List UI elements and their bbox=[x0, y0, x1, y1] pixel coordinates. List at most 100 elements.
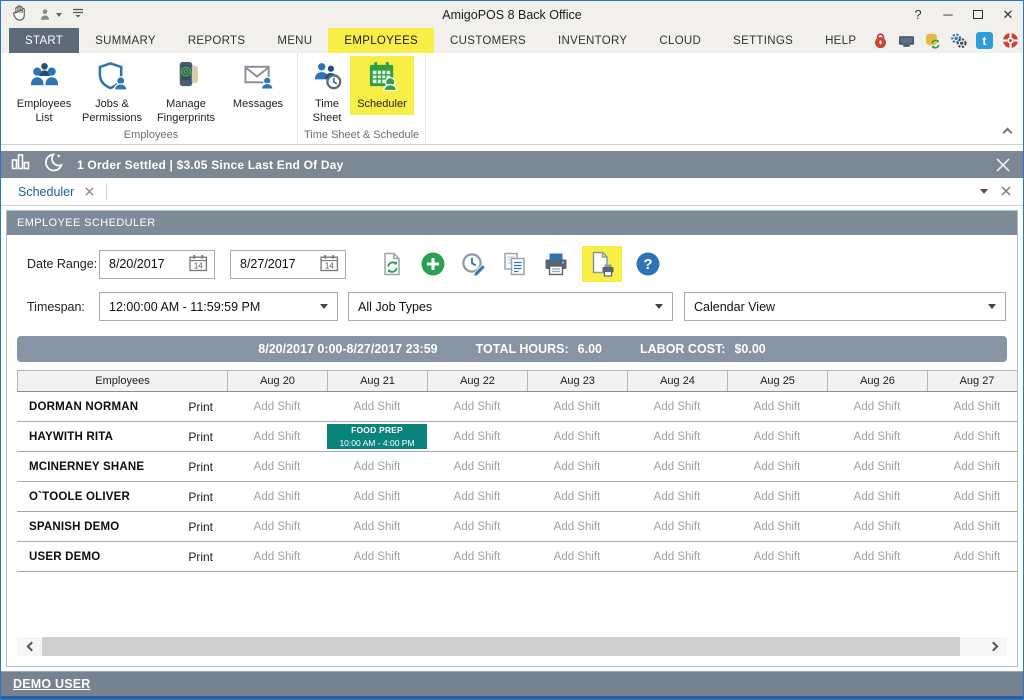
date-to-input[interactable]: 8/27/2017 14 bbox=[230, 250, 346, 279]
add-shift-cell[interactable]: Add Shift bbox=[427, 542, 527, 571]
add-shift-cell[interactable]: Add Shift bbox=[927, 542, 1018, 571]
add-shift-cell[interactable]: Add Shift bbox=[227, 512, 327, 541]
add-shift-cell[interactable]: Add Shift bbox=[227, 452, 327, 481]
add-shift-cell[interactable]: Add Shift bbox=[327, 392, 427, 421]
print-link[interactable]: Print bbox=[188, 550, 213, 564]
add-shift-cell[interactable]: Add Shift bbox=[627, 512, 727, 541]
add-shift-cell[interactable]: Add Shift bbox=[527, 482, 627, 511]
add-shift-cell[interactable]: Add Shift bbox=[527, 422, 627, 451]
add-shift-cell[interactable]: Add Shift bbox=[827, 452, 927, 481]
add-shift-cell[interactable]: Add Shift bbox=[527, 452, 627, 481]
tab-scheduler[interactable]: Scheduler bbox=[14, 178, 106, 205]
date-from-input[interactable]: 8/20/2017 14 bbox=[99, 250, 215, 279]
end-of-day-moon-icon[interactable] bbox=[44, 152, 64, 177]
services-gear-icon[interactable] bbox=[950, 32, 967, 49]
add-shift-cell[interactable]: Add Shift bbox=[927, 392, 1018, 421]
add-shift-cell[interactable]: Add Shift bbox=[627, 482, 727, 511]
refresh-button[interactable] bbox=[377, 248, 407, 280]
ribbon-tab-employees[interactable]: EMPLOYEES bbox=[328, 28, 434, 53]
add-shift-cell[interactable]: Add Shift bbox=[227, 542, 327, 571]
scrollbar-thumb[interactable] bbox=[42, 637, 960, 656]
ribbon-item-jobs-permissions[interactable]: Jobs & Permissions bbox=[77, 56, 147, 128]
timespan-select[interactable]: 12:00:00 AM - 11:59:59 PM bbox=[99, 292, 338, 321]
ribbon-item-scheduler[interactable]: Scheduler bbox=[350, 56, 414, 115]
job-types-select[interactable]: All Job Types bbox=[348, 292, 673, 321]
lock-icon[interactable] bbox=[872, 32, 889, 49]
support-ring-icon[interactable] bbox=[1002, 32, 1019, 49]
add-shift-cell[interactable]: Add Shift bbox=[627, 542, 727, 571]
database-sync-icon[interactable] bbox=[924, 32, 941, 49]
window-close-button[interactable]: ✕ bbox=[993, 2, 1023, 28]
ribbon-tab-help[interactable]: HELP bbox=[809, 28, 872, 53]
add-shift-cell[interactable]: Add Shift bbox=[727, 452, 827, 481]
print-link[interactable]: Print bbox=[188, 490, 213, 504]
calendar-picker-icon[interactable]: 14 bbox=[189, 254, 208, 275]
window-minimize-button[interactable]: ─ bbox=[933, 2, 963, 28]
add-shift-cell[interactable]: Add Shift bbox=[727, 422, 827, 451]
add-shift-cell[interactable]: Add Shift bbox=[827, 512, 927, 541]
add-shift-cell[interactable]: Add Shift bbox=[527, 512, 627, 541]
customize-toolbar-icon[interactable] bbox=[71, 5, 85, 24]
add-shift-cell[interactable]: Add Shift bbox=[927, 482, 1018, 511]
ribbon-item-time-sheet[interactable]: Time Sheet bbox=[304, 56, 350, 128]
add-shift-cell[interactable]: Add Shift bbox=[627, 392, 727, 421]
quick-access-user-icon[interactable] bbox=[38, 8, 62, 22]
horizontal-scrollbar[interactable] bbox=[17, 637, 1007, 656]
print-link[interactable]: Print bbox=[188, 430, 213, 444]
tab-list-dropdown-icon[interactable] bbox=[980, 189, 988, 194]
scroll-left-button[interactable] bbox=[17, 637, 42, 656]
ribbon-tab-cloud[interactable]: CLOUD bbox=[643, 28, 717, 53]
ribbon-tab-settings[interactable]: SETTINGS bbox=[717, 28, 809, 53]
add-shift-cell[interactable]: Add Shift bbox=[927, 452, 1018, 481]
copy-schedule-button[interactable] bbox=[500, 248, 530, 280]
tab-close-icon[interactable] bbox=[85, 183, 94, 201]
print-button[interactable] bbox=[541, 248, 571, 280]
ribbon-tab-start[interactable]: START bbox=[9, 28, 79, 53]
bar-chart-icon[interactable] bbox=[11, 153, 31, 176]
window-help-button[interactable]: ? bbox=[903, 2, 933, 28]
add-shift-cell[interactable]: Add Shift bbox=[227, 482, 327, 511]
add-shift-cell[interactable]: Add Shift bbox=[627, 452, 727, 481]
edit-time-button[interactable] bbox=[459, 248, 489, 280]
add-shift-cell[interactable]: Add Shift bbox=[527, 392, 627, 421]
add-shift-cell[interactable]: Add Shift bbox=[427, 482, 527, 511]
scroll-right-button[interactable] bbox=[982, 637, 1007, 656]
notification-close-icon[interactable] bbox=[983, 151, 1023, 178]
ribbon-tab-menu[interactable]: MENU bbox=[261, 28, 328, 53]
ribbon-tab-summary[interactable]: SUMMARY bbox=[79, 28, 172, 53]
scrollbar-track[interactable] bbox=[960, 637, 982, 656]
ribbon-tab-inventory[interactable]: INVENTORY bbox=[542, 28, 643, 53]
add-shift-cell[interactable]: Add Shift bbox=[427, 392, 527, 421]
add-shift-cell[interactable]: Add Shift bbox=[327, 452, 427, 481]
print-link[interactable]: Print bbox=[188, 520, 213, 534]
ribbon-tab-reports[interactable]: REPORTS bbox=[172, 28, 261, 53]
window-maximize-button[interactable] bbox=[963, 2, 993, 28]
add-shift-cell[interactable]: Add Shift bbox=[327, 512, 427, 541]
add-shift-cell[interactable]: Add Shift bbox=[427, 422, 527, 451]
add-shift-cell[interactable]: Add Shift bbox=[927, 422, 1018, 451]
add-shift-cell[interactable]: Add Shift bbox=[727, 482, 827, 511]
add-shift-cell[interactable]: Add Shift bbox=[827, 542, 927, 571]
tab-strip-close-icon[interactable] bbox=[1001, 183, 1011, 201]
print-link[interactable]: Print bbox=[188, 400, 213, 414]
view-select[interactable]: Calendar View bbox=[684, 292, 1006, 321]
add-shift-cell[interactable]: Add Shift bbox=[427, 452, 527, 481]
add-shift-cell[interactable]: Add Shift bbox=[227, 422, 327, 451]
ribbon-item-manage-fingerprints[interactable]: Manage Fingerprints bbox=[147, 56, 225, 128]
ribbon-tab-customers[interactable]: CUSTOMERS bbox=[434, 28, 542, 53]
shift-block[interactable]: FOOD PREP10:00 AM - 4:00 PM bbox=[327, 424, 427, 449]
add-shift-cell[interactable]: Add Shift bbox=[927, 512, 1018, 541]
add-shift-cell[interactable]: Add Shift bbox=[227, 392, 327, 421]
help-button[interactable]: ? bbox=[633, 248, 663, 280]
add-shift-cell[interactable]: Add Shift bbox=[727, 512, 827, 541]
ribbon-collapse-chevron-icon[interactable] bbox=[1003, 128, 1013, 138]
ribbon-item-employees-list[interactable]: Employees List bbox=[11, 56, 77, 128]
add-shift-cell[interactable]: Add Shift bbox=[827, 422, 927, 451]
ribbon-item-messages[interactable]: Messages bbox=[225, 56, 291, 115]
add-shift-cell[interactable]: Add Shift bbox=[327, 542, 427, 571]
print-schedule-button[interactable] bbox=[582, 246, 622, 282]
add-shift-cell[interactable]: Add Shift bbox=[627, 422, 727, 451]
add-shift-cell[interactable]: Add Shift bbox=[827, 482, 927, 511]
add-shift-cell[interactable]: Add Shift bbox=[727, 542, 827, 571]
add-shift-cell[interactable]: Add Shift bbox=[827, 392, 927, 421]
